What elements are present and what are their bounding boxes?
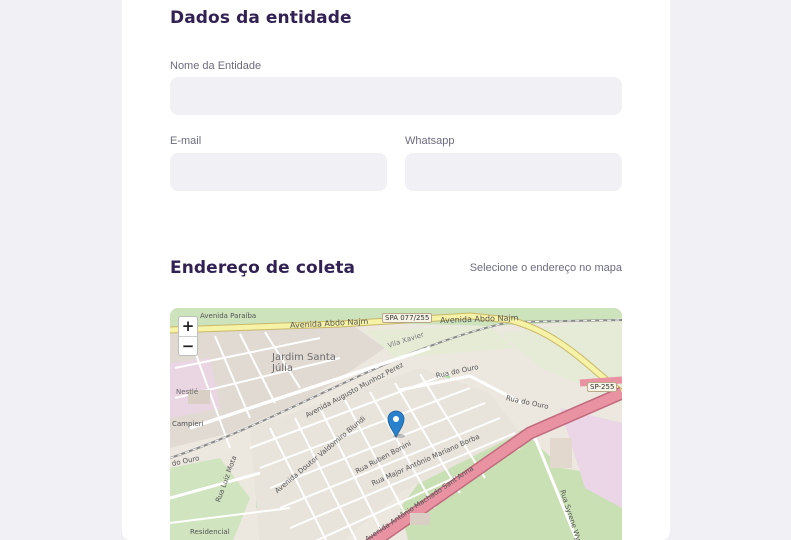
entity-name-label: Nome da Entidade <box>170 60 262 72</box>
map-label: Avenida Paraíba <box>200 312 257 320</box>
zoom-in-button[interactable]: + <box>179 317 197 336</box>
map-label: Jardim Santa Júlia <box>272 352 336 374</box>
address-section-title: Endereço de coleta <box>170 258 356 278</box>
email-input[interactable] <box>170 153 387 191</box>
whatsapp-input[interactable] <box>405 153 622 191</box>
map-label: Residencial <box>190 528 230 536</box>
whatsapp-label: Whatsapp <box>405 135 455 147</box>
map-label: Campieri <box>172 420 204 428</box>
address-map[interactable]: + − Avenida Paraíba Avenida Abdo Najm Av… <box>170 308 622 540</box>
entity-name-input[interactable] <box>170 77 622 115</box>
map-zoom-control: + − <box>178 316 198 356</box>
map-hint: Selecione o endereço no mapa <box>469 262 622 274</box>
zoom-out-button[interactable]: − <box>179 336 197 355</box>
road-shield: SPA 077/255 <box>382 313 433 323</box>
location-marker-icon[interactable] <box>387 410 405 438</box>
entity-section-title: Dados da entidade <box>170 8 352 28</box>
email-label: E-mail <box>170 135 202 147</box>
map-label: Nestlé <box>176 388 199 396</box>
road-shield: SP-255 <box>587 382 618 392</box>
registration-card: Dados da entidade Nome da Entidade E-mai… <box>122 0 670 540</box>
